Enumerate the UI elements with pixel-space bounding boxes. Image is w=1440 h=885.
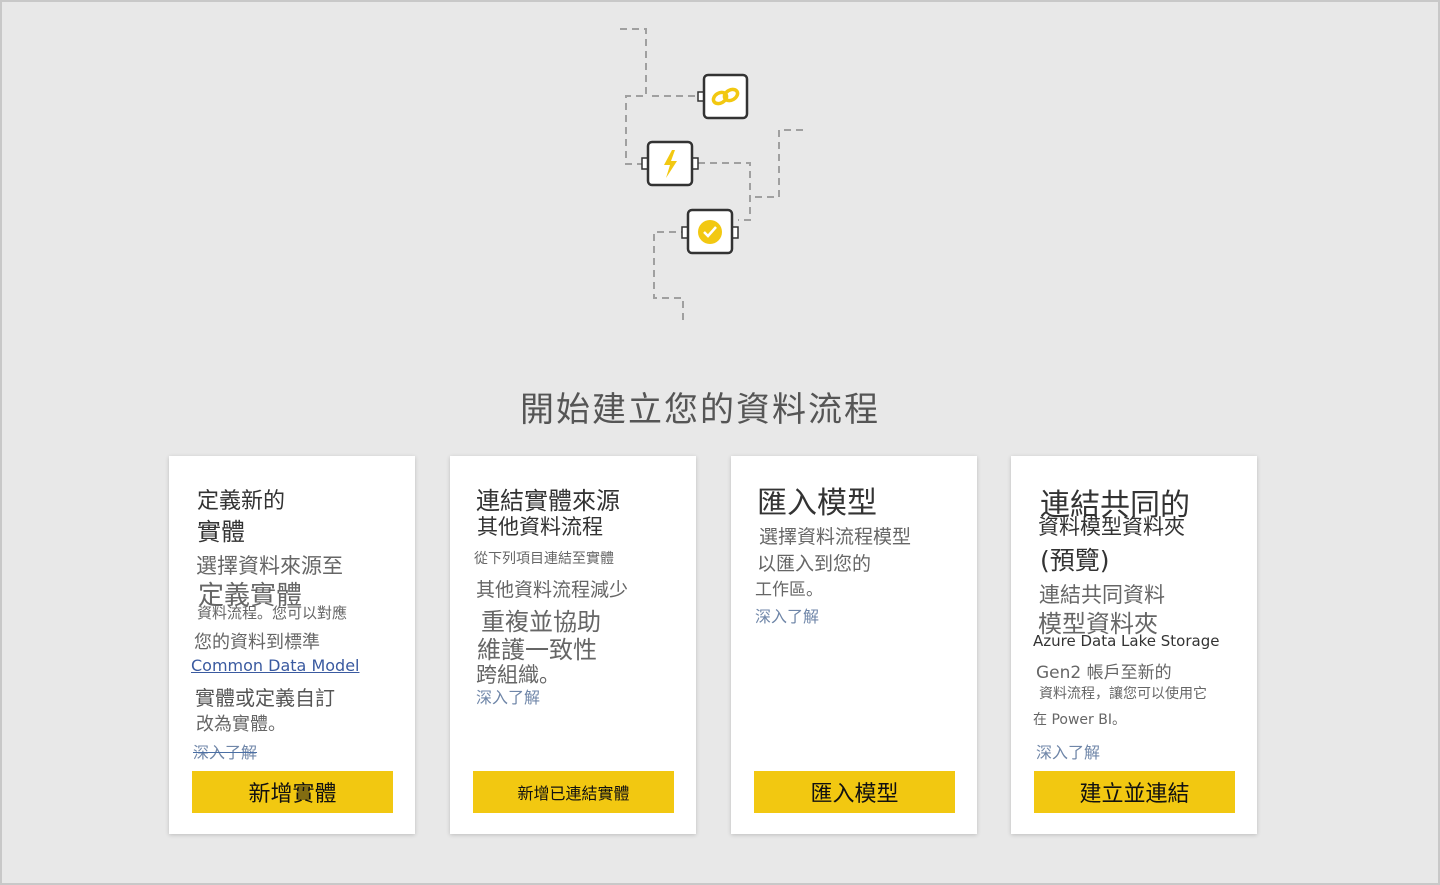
- card-title: 定義新的: [197, 489, 286, 514]
- card-description: 工作區。: [755, 580, 823, 600]
- card-description: 在 Power BI。: [1033, 712, 1126, 728]
- learn-more-link[interactable]: 深入了解: [1036, 739, 1100, 763]
- card-title: 資料模型資料夾: [1038, 515, 1185, 539]
- card-title: 實體: [197, 518, 245, 546]
- card-description: 從下列項目連結至實體: [474, 551, 614, 567]
- card-description: 實體或定義自訂: [195, 686, 335, 710]
- lightning-icon: [641, 140, 699, 187]
- learn-more-link[interactable]: 深入了解: [476, 684, 540, 708]
- card-description: 您的資料到標準: [194, 632, 320, 653]
- add-linked-entities-button[interactable]: 新增已連結實體: [473, 771, 674, 813]
- card-link-entities: 連結實體來源 其他資料流程 從下列項目連結至實體 其他資料流程減少 重複並協助 …: [450, 456, 696, 834]
- card-title: 其他資料流程: [477, 515, 603, 539]
- card-description: 選擇資料流程模型: [759, 526, 912, 548]
- card-description: 以匯入到您的: [757, 553, 872, 575]
- link-icon: [697, 73, 749, 120]
- add-new-entities-button[interactable]: 新增實體: [192, 771, 393, 813]
- card-attach-cdm-folder: 連結共同的 資料模型資料夾 (預覽) 連結共同資料 模型資料夾 Azure Da…: [1011, 456, 1257, 834]
- dataflow-illustration: [620, 28, 803, 324]
- card-title: 匯入模型: [757, 486, 877, 521]
- card-description: 資料流程。您可以對應: [197, 604, 348, 622]
- card-description: Azure Data Lake Storage: [1033, 632, 1220, 650]
- page-title: 開始建立您的資料流程: [520, 390, 880, 430]
- learn-more-link[interactable]: 深入了解: [755, 603, 819, 627]
- card-description: 其他資料流程減少: [476, 579, 629, 601]
- card-description: 改為實體。: [196, 714, 286, 735]
- card-description: Gen2 帳戶至新的: [1036, 663, 1172, 683]
- create-and-attach-button[interactable]: 建立並連結: [1034, 771, 1235, 813]
- card-title: (預覽): [1040, 546, 1110, 575]
- card-description: 資料流程，讓您可以使用它: [1039, 686, 1207, 702]
- learn-more-link[interactable]: 深入了解: [193, 739, 257, 763]
- card-import-model: 匯入模型 選擇資料流程模型 以匯入到您的 工作區。 深入了解 匯入模型: [731, 456, 977, 834]
- verified-badge-icon: [681, 208, 739, 255]
- common-data-model-link[interactable]: Common Data Model: [191, 656, 359, 675]
- import-model-button[interactable]: 匯入模型: [754, 771, 955, 813]
- card-define-new-entities: 定義新的 實體 選擇資料來源至 定義實體 資料流程。您可以對應 您的資料到標準 …: [169, 456, 415, 834]
